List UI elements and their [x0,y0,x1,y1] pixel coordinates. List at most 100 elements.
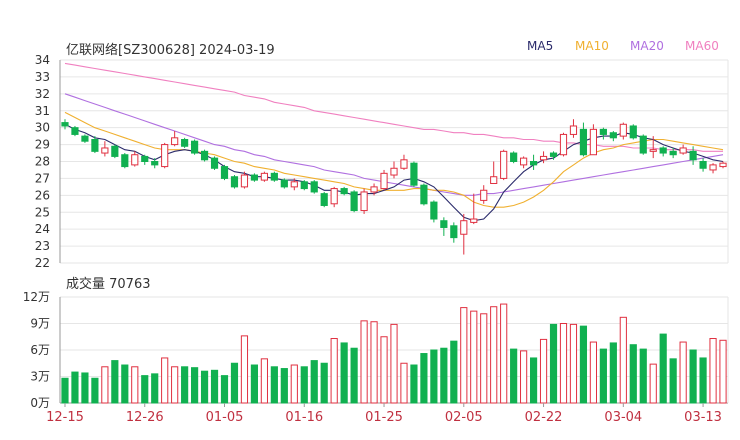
candle-body [450,225,458,239]
volume-bar [619,316,627,404]
volume-bar [559,323,568,404]
volume-bar [659,333,667,404]
price-tick-label: 22 [35,256,50,270]
candle-body [360,191,368,212]
volume-bar [639,348,647,404]
volume-bar [101,366,109,404]
price-tick-label: 34 [35,53,50,67]
candle-body [220,166,229,179]
candle-body [350,191,358,212]
candle-body [659,147,667,154]
candle-body [480,189,488,201]
volume-bar [81,372,89,404]
candle-body [200,150,209,161]
candle-body [131,154,139,166]
candle-body [330,188,338,205]
candle-body [649,149,657,152]
candle-body [380,172,388,190]
volume-bar [390,323,398,404]
volume-bar [200,370,209,404]
candle-body [191,140,199,154]
volume-bar [210,369,219,404]
volume-bar [290,364,298,404]
candle-body [141,155,149,163]
volume-bar [569,323,578,404]
volume-bar [280,368,288,404]
date-tick-label: 02-05 [445,410,483,425]
volume-bar [420,353,428,404]
volume-bar [330,338,338,404]
candle-body [400,159,408,169]
candle-body [440,220,448,228]
volume-bar [320,362,328,404]
price-tick-label: 32 [35,87,50,101]
candle-body [679,147,687,154]
candle-body [699,161,707,169]
volume-bar [609,342,617,404]
candle-body [290,181,298,188]
volume-bar [579,325,588,404]
volume-bar [689,349,697,404]
volume-bar [649,363,657,404]
candle-body [420,184,428,205]
date-tick-label: 03-04 [604,410,642,425]
candle-body [569,125,578,135]
volume-bar [340,342,348,404]
candle-body [589,128,597,156]
volume-bar [230,362,239,404]
candle-body [510,152,518,163]
volume-bar [250,364,259,404]
volume-bar [240,335,249,404]
volume-tick-label: 12万 [23,290,50,304]
candle-body [340,188,348,195]
candle-body [500,150,508,179]
candlestick-chart: 3433323130292827262524232212万9万6万3万0万12-… [23,53,729,425]
volume-bar [121,364,129,404]
candle-body [390,167,398,176]
candle-body [609,132,617,139]
candle-body [121,154,129,168]
candle-body [91,139,99,152]
volume-bar [470,310,478,404]
candle-body [210,157,219,169]
volume-bar [430,349,438,404]
volume-bar [669,358,677,404]
candle-body [599,128,607,135]
price-tick-label: 31 [35,104,50,118]
volume-bar [490,306,498,404]
candle-body [81,135,89,142]
candle-body [460,220,468,235]
volume-bar [380,336,388,404]
price-tick-label: 28 [35,155,50,169]
volume-bar [111,360,119,404]
candle-body [111,145,119,157]
candle-body [639,135,647,154]
volume-bar [589,341,597,404]
volume-bar [220,375,229,404]
volume-bar [510,348,518,404]
price-tick-label: 29 [35,138,50,152]
volume-bar [520,350,528,404]
date-tick-label: 01-05 [206,410,244,425]
volume-tick-label: 6万 [30,343,50,357]
volume-bar [539,338,548,404]
volume-tick-label: 0万 [30,396,50,410]
candle-body [181,139,189,147]
volume-bar [679,341,687,404]
volume-bar [91,377,99,404]
candle-body [61,122,69,127]
volume-bar [549,323,558,404]
volume-bar [450,340,458,404]
volume-bar [350,347,358,404]
candle-body [529,161,538,166]
volume-bar [61,377,69,404]
volume-bar [310,360,318,404]
price-tick-label: 23 [35,239,50,253]
candle-body [171,137,179,146]
volume-bar [151,373,159,404]
price-tick-label: 30 [35,121,50,135]
candle-body [719,162,727,168]
candle-body [689,150,697,161]
candle-body [410,162,418,186]
volume-bar [500,303,508,404]
